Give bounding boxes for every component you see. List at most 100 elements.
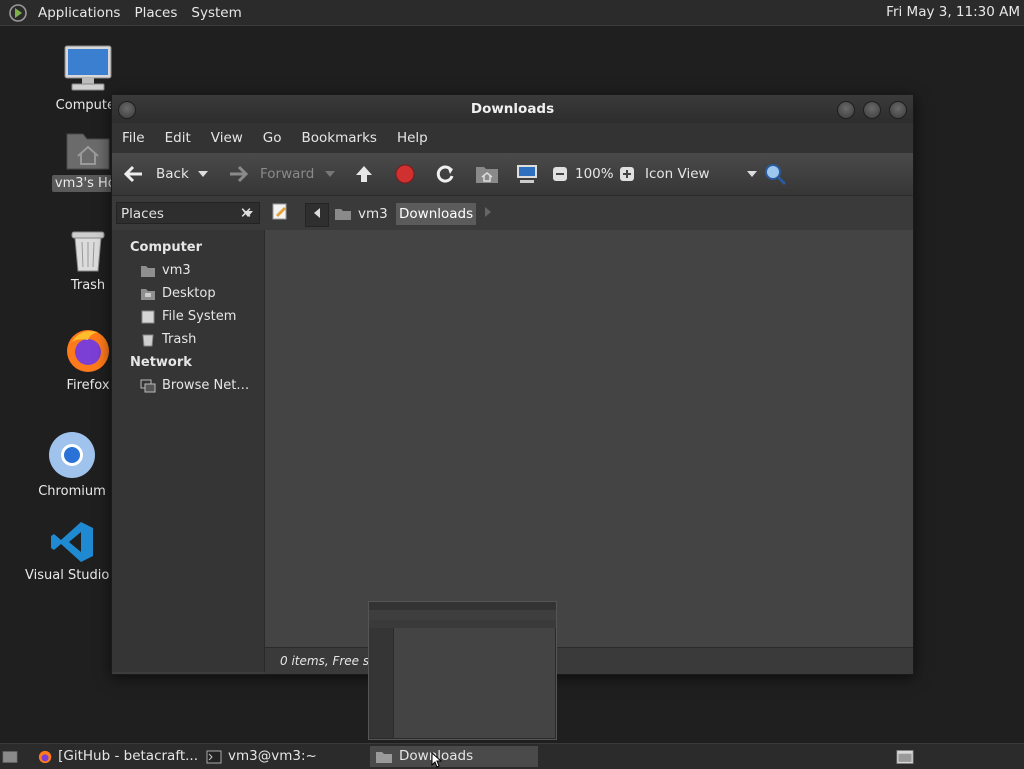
sidebar-item-label: Trash bbox=[162, 332, 197, 347]
breadcrumb-vm3[interactable]: vm3 bbox=[334, 203, 388, 225]
menu-file[interactable]: File bbox=[112, 130, 155, 146]
back-button[interactable]: Back bbox=[122, 153, 189, 195]
zoom-out-icon bbox=[553, 167, 567, 181]
desktop-folder-icon bbox=[141, 288, 155, 300]
desktop-icon-vscode[interactable]: Visual Studio Co bbox=[22, 520, 131, 584]
close-sidebar-button[interactable]: ✕ bbox=[236, 202, 256, 224]
taskbar-item-downloads[interactable]: Downloads bbox=[370, 746, 538, 767]
sidebar-item-browse-network[interactable]: Browse Net… bbox=[112, 374, 264, 397]
folder-icon bbox=[376, 751, 392, 763]
workspace-icon bbox=[896, 749, 914, 764]
chevron-down-icon bbox=[198, 171, 208, 177]
stop-icon bbox=[395, 164, 415, 184]
forward-history-dropdown[interactable] bbox=[324, 153, 336, 195]
close-button[interactable] bbox=[889, 101, 907, 119]
reload-button[interactable] bbox=[434, 153, 456, 195]
minimize-button[interactable] bbox=[837, 101, 855, 119]
edit-location-icon bbox=[272, 203, 287, 220]
sidebar-item-label: vm3 bbox=[162, 263, 191, 278]
stop-button[interactable] bbox=[394, 153, 416, 195]
breadcrumb-scroll-right[interactable] bbox=[484, 203, 492, 225]
desktop-icon-label: Trash bbox=[70, 278, 106, 293]
maximize-button[interactable] bbox=[863, 101, 881, 119]
show-desktop-button[interactable] bbox=[2, 746, 24, 767]
taskbar-item-firefox[interactable]: [GitHub - betacraft... bbox=[38, 746, 198, 767]
sidebar-item-desktop[interactable]: Desktop bbox=[112, 282, 264, 305]
zoom-out-button[interactable] bbox=[552, 153, 568, 195]
location-bar: Places ✕ vm3 Downloads bbox=[112, 195, 913, 230]
sidebar-header-computer: Computer bbox=[130, 240, 203, 255]
file-view-area[interactable] bbox=[265, 230, 913, 647]
breadcrumb-downloads[interactable]: Downloads bbox=[396, 203, 477, 225]
edit-location-button[interactable] bbox=[272, 202, 288, 224]
desktop-icon-chromium[interactable]: Chromium bbox=[22, 430, 122, 500]
places-menu[interactable]: Places bbox=[128, 5, 185, 21]
breadcrumb-scroll-left[interactable] bbox=[305, 203, 329, 227]
top-panel: Applications Places System Fri May 3, 11… bbox=[0, 0, 1024, 26]
up-arrow-icon bbox=[356, 166, 372, 182]
menu-go[interactable]: Go bbox=[253, 130, 292, 146]
search-icon bbox=[765, 164, 787, 186]
distro-logo-icon[interactable] bbox=[8, 3, 28, 23]
chevron-down-icon bbox=[325, 171, 335, 177]
menu-help[interactable]: Help bbox=[387, 130, 438, 146]
sidebar-item-trash[interactable]: Trash bbox=[112, 328, 264, 351]
window-thumbnail-preview[interactable] bbox=[368, 601, 557, 740]
drive-icon bbox=[141, 310, 155, 323]
home-button[interactable] bbox=[475, 153, 499, 195]
home-folder-icon bbox=[141, 265, 155, 277]
forward-label: Forward bbox=[260, 166, 315, 182]
zoom-in-button[interactable] bbox=[619, 153, 635, 195]
window-titlebar[interactable]: Downloads bbox=[112, 95, 913, 123]
chevron-left-icon bbox=[314, 208, 320, 218]
zoom-level[interactable]: 100% bbox=[575, 153, 614, 195]
chromium-icon bbox=[49, 432, 95, 478]
taskbar-item-label: vm3@vm3:~ bbox=[228, 748, 317, 764]
search-button[interactable] bbox=[763, 153, 787, 195]
system-menu[interactable]: System bbox=[185, 5, 249, 21]
firefox-icon bbox=[38, 750, 52, 763]
chevron-right-icon bbox=[485, 207, 491, 217]
terminal-icon bbox=[206, 750, 222, 763]
status-bar: 0 items, Free spac bbox=[265, 647, 913, 674]
sidebar-item-vm3[interactable]: vm3 bbox=[112, 259, 264, 282]
sidebar-item-label: File System bbox=[162, 309, 237, 324]
menu-edit[interactable]: Edit bbox=[155, 130, 201, 146]
clock[interactable]: Fri May 3, 11:30 AM bbox=[886, 4, 1020, 20]
trash-icon bbox=[71, 231, 105, 272]
home-folder-icon bbox=[335, 209, 351, 220]
places-sidebar: Computer vm3 Desktop File System Trash N… bbox=[112, 230, 265, 672]
chevron-down-icon bbox=[746, 171, 757, 177]
menu-view[interactable]: View bbox=[201, 130, 253, 146]
vscode-icon bbox=[51, 522, 93, 562]
applications-menu[interactable]: Applications bbox=[32, 5, 128, 21]
trash-icon bbox=[142, 334, 154, 346]
firefox-icon bbox=[67, 330, 109, 372]
window-title: Downloads bbox=[470, 101, 555, 117]
home-folder-icon bbox=[66, 133, 110, 170]
computer-icon bbox=[64, 45, 112, 91]
workspace-switcher[interactable] bbox=[896, 746, 920, 767]
computer-button[interactable] bbox=[515, 153, 539, 195]
reload-icon bbox=[436, 165, 454, 183]
computer-icon bbox=[517, 165, 537, 183]
window-menu-button[interactable] bbox=[118, 101, 136, 119]
sidebar-item-file-system[interactable]: File System bbox=[112, 305, 264, 328]
forward-button[interactable]: Forward bbox=[226, 153, 314, 195]
back-history-dropdown[interactable] bbox=[197, 153, 209, 195]
forward-arrow-icon bbox=[230, 165, 249, 183]
sidebar-item-label: Desktop bbox=[162, 286, 216, 301]
toolbar: Back Forward 100% Icon View bbox=[112, 153, 913, 195]
home-folder-icon bbox=[476, 167, 498, 183]
bottom-taskbar: [GitHub - betacraft... vm3@vm3:~ Downloa… bbox=[0, 743, 1024, 769]
sidebar-header-network: Network bbox=[130, 355, 192, 370]
view-mode-select[interactable]: Icon View bbox=[645, 153, 758, 195]
desktop-icon-label: Chromium bbox=[38, 484, 106, 499]
taskbar-item-label: [GitHub - betacraft... bbox=[58, 748, 198, 764]
network-icon bbox=[140, 379, 156, 392]
taskbar-item-terminal[interactable]: vm3@vm3:~ bbox=[206, 746, 366, 767]
breadcrumb-label: vm3 bbox=[358, 206, 388, 222]
up-button[interactable] bbox=[353, 153, 375, 195]
zoom-in-icon bbox=[620, 167, 634, 181]
menu-bookmarks[interactable]: Bookmarks bbox=[292, 130, 387, 146]
